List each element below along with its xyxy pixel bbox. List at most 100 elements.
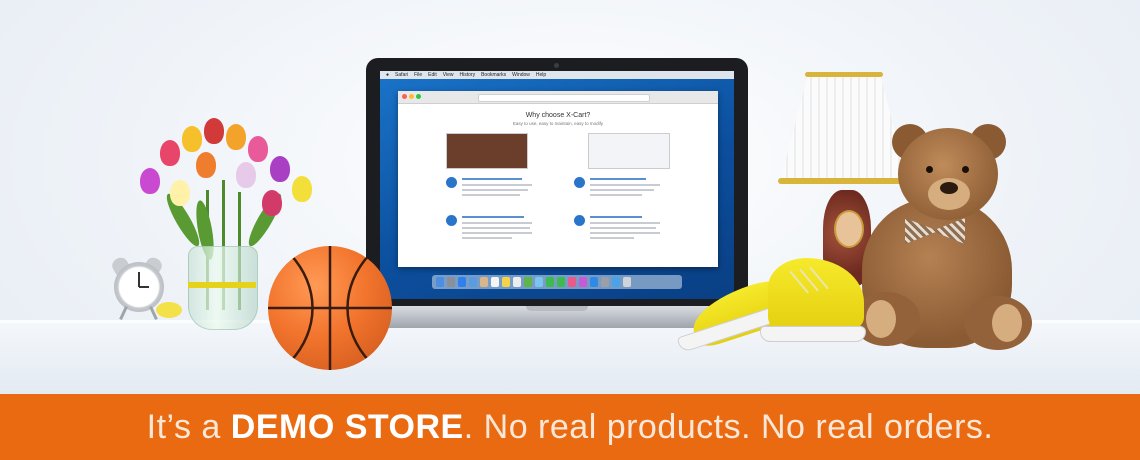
clock-hour-hand xyxy=(139,286,149,288)
notes-icon xyxy=(502,277,510,287)
safari-icon xyxy=(458,277,466,287)
sneaker-right-sole xyxy=(760,326,866,342)
feature-text-line xyxy=(462,227,530,229)
tulip-yellow xyxy=(292,176,312,202)
photos-icon xyxy=(535,277,543,287)
zoom-dot-icon xyxy=(416,94,421,99)
bear-eye-right xyxy=(962,166,969,173)
ibooks-icon xyxy=(579,277,587,287)
demo-store-banner: It’s a DEMO STORE. No real products. No … xyxy=(0,394,1140,460)
feature-text-line xyxy=(590,222,660,224)
menu-item: Safari xyxy=(395,72,409,78)
feature-text-line xyxy=(462,189,528,191)
close-dot-icon xyxy=(402,94,407,99)
finder-icon xyxy=(436,277,444,287)
facetime-icon xyxy=(557,277,565,287)
trash-icon xyxy=(623,277,631,287)
feature-title-line xyxy=(462,216,524,218)
banner-prefix: It’s a xyxy=(146,407,231,446)
banner-suffix: . No real products. No real orders. xyxy=(463,407,994,446)
php-code-thumbnail xyxy=(588,133,670,169)
tulip-pink xyxy=(248,136,268,162)
page-subheading: Easy to use, easy to maintain, easy to m… xyxy=(512,121,604,126)
alarm-clock xyxy=(114,262,164,312)
page-heading: Why choose X-Cart? xyxy=(525,112,591,119)
lamp-cameo xyxy=(834,210,864,248)
feature-text-line xyxy=(590,194,642,196)
feature-text-line xyxy=(462,184,532,186)
fallen-tulip xyxy=(156,302,182,318)
feature-text-line xyxy=(590,184,660,186)
download-icon xyxy=(612,277,620,287)
lamp-shade xyxy=(780,74,908,182)
menu-item: Window xyxy=(512,72,530,78)
minimize-dot-icon xyxy=(409,94,414,99)
messages-icon xyxy=(546,277,554,287)
tulip-purple xyxy=(270,156,290,182)
hero-banner-image: ● Safari File Edit View History Bookmark… xyxy=(0,0,1140,460)
feature-text-line xyxy=(590,189,654,191)
banner-text: It’s a DEMO STORE. No real products. No … xyxy=(147,408,994,447)
feature-text-line xyxy=(462,237,512,239)
lamp-trim xyxy=(805,72,883,77)
feature-text-line xyxy=(590,227,656,229)
feature-text-line xyxy=(462,194,520,196)
basketball xyxy=(268,246,392,370)
bear-nose xyxy=(940,182,958,194)
menu-item: Help xyxy=(535,72,547,78)
tulip-pink xyxy=(160,140,180,166)
apple-icon: ● xyxy=(386,72,390,78)
bear-paw-left xyxy=(866,300,896,338)
laptop-notch xyxy=(526,306,588,311)
feature-text-line xyxy=(590,237,634,239)
reminders-icon xyxy=(513,277,521,287)
mac-menubar: ● Safari File Edit View History Bookmark… xyxy=(380,71,734,79)
bear-paw-right xyxy=(992,304,1022,342)
mac-dock xyxy=(432,275,682,289)
laptop: ● Safari File Edit View History Bookmark… xyxy=(366,58,748,308)
feature-text-line xyxy=(462,232,532,234)
cost-feature-icon xyxy=(446,215,457,226)
laptop-camera xyxy=(554,63,559,68)
php-feature-icon xyxy=(574,177,585,188)
vase-ribbon xyxy=(188,282,256,288)
tech-feature-icon xyxy=(574,215,585,226)
app-store-icon xyxy=(590,277,598,287)
browser-window: Why choose X-Cart? Easy to use, easy to … xyxy=(398,91,718,267)
tulip-red xyxy=(204,118,224,144)
calendar-icon xyxy=(491,277,499,287)
feature-text-line xyxy=(462,222,532,224)
glass-vase xyxy=(188,246,258,330)
clock-leg-left xyxy=(119,306,128,320)
feature-title-line xyxy=(590,216,642,218)
clock-minute-hand xyxy=(138,272,140,287)
preferences-icon xyxy=(601,277,609,287)
menu-item: View xyxy=(442,72,454,78)
tulip-white xyxy=(170,180,190,206)
banner-highlight: DEMO STORE xyxy=(230,407,464,446)
launchpad-icon xyxy=(447,277,455,287)
feature-title-line xyxy=(462,178,522,180)
maps-icon xyxy=(524,277,532,287)
tulip-orange xyxy=(226,124,246,150)
itunes-icon xyxy=(568,277,576,287)
browser-toolbar xyxy=(398,91,718,104)
tulip-orange xyxy=(196,152,216,178)
design-feature-icon xyxy=(446,177,457,188)
address-bar xyxy=(478,94,650,102)
menu-item: File xyxy=(414,72,423,78)
basketball-seams xyxy=(268,246,392,370)
menu-item: Edit xyxy=(428,72,437,78)
tulip-purple xyxy=(140,168,160,194)
tulip-red xyxy=(262,190,282,216)
contacts-icon xyxy=(480,277,488,287)
feature-title-line xyxy=(590,178,646,180)
mail-icon xyxy=(469,277,477,287)
menu-item: History xyxy=(459,72,476,78)
laptop-screen: ● Safari File Edit View History Bookmark… xyxy=(380,71,734,299)
design-templates-thumbnail xyxy=(446,133,528,169)
tulip-yellow xyxy=(182,126,202,152)
tulip-lilac xyxy=(236,162,256,188)
bear-eye-left xyxy=(926,166,933,173)
menu-item: Bookmarks xyxy=(481,72,507,78)
